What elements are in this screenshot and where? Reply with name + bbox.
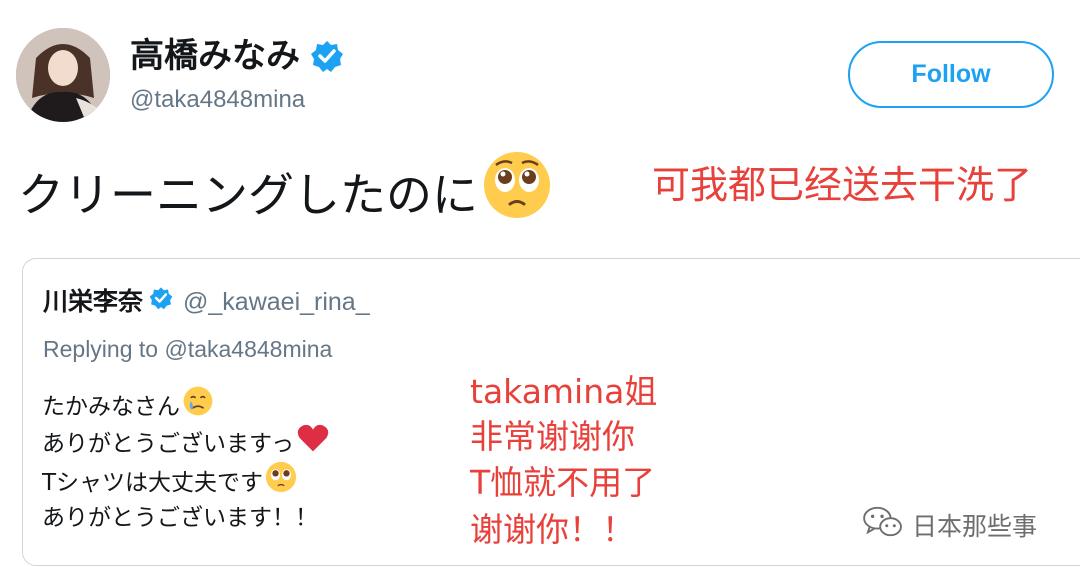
wechat-icon bbox=[862, 505, 904, 545]
watermark: 日本那些事 bbox=[862, 505, 1037, 545]
verified-badge-icon bbox=[149, 285, 173, 319]
display-name-text: 高橋みなみ bbox=[130, 36, 300, 76]
translation-line-1: takamina姐 bbox=[470, 372, 658, 411]
quoted-display-name: 川栄李奈 bbox=[43, 287, 144, 316]
quoted-line-text: ありがとうございますっ bbox=[42, 431, 295, 457]
red-heart-icon bbox=[296, 423, 330, 465]
translation-line-2: 非常谢谢你 bbox=[470, 417, 635, 456]
display-name[interactable]: 高橋みなみ bbox=[130, 34, 344, 78]
watermark-text: 日本那些事 bbox=[912, 512, 1038, 541]
tweet-text-content: クリーニングしたのに bbox=[18, 167, 478, 222]
replying-to: Replying to @taka4848mina bbox=[43, 336, 333, 362]
tweet-text: クリーニングしたのに bbox=[18, 150, 552, 239]
quoted-line-4: ありがとうございます！！ bbox=[42, 499, 318, 537]
quoted-line-text: Tシャツは大丈夫です bbox=[42, 470, 264, 496]
pleading-face-icon bbox=[482, 150, 552, 239]
translation-line-3: T恤就不用了 bbox=[470, 463, 656, 502]
verified-badge-icon bbox=[310, 39, 344, 73]
translation-annotation: 可我都已经送去干洗了 bbox=[652, 163, 1033, 207]
quoted-line-text: ありがとうございます！！ bbox=[42, 505, 318, 531]
quoted-handle: @_kawaei_rina_ bbox=[183, 288, 370, 316]
handle[interactable]: @taka4848mina bbox=[130, 84, 305, 116]
follow-button[interactable]: Follow bbox=[848, 41, 1054, 108]
translation-line-4: 谢谢你！！ bbox=[470, 510, 635, 549]
quoted-author[interactable]: 川栄李奈 @_kawaei_rina_ bbox=[43, 285, 370, 319]
quoted-line-text: たかみなさん bbox=[42, 394, 180, 420]
avatar[interactable] bbox=[16, 28, 110, 122]
quoted-line-2: ありがとうございますっ bbox=[42, 423, 330, 465]
